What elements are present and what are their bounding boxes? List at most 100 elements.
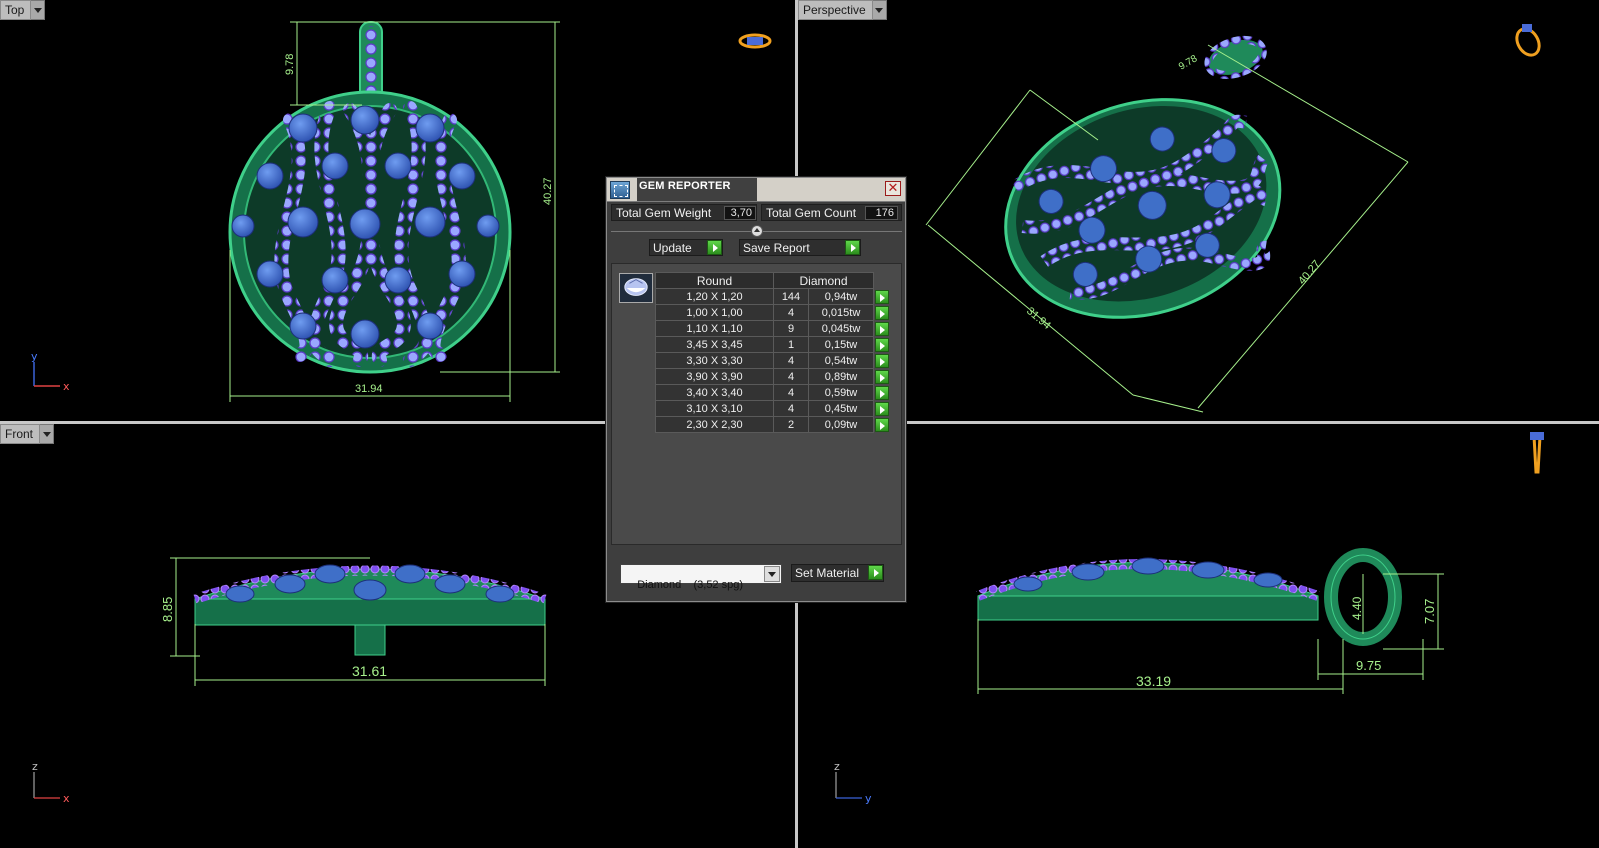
gem-weight: 0,54tw (808, 352, 874, 369)
viewport-label-perspective[interactable]: Perspective (798, 0, 887, 20)
dim-persp-height: 40.27 (1296, 258, 1323, 287)
dim-persp-bail: 9.78 (1177, 53, 1200, 72)
dim-side-bail-inner: 4.40 (1350, 596, 1364, 620)
total-gem-weight-label: Total Gem Weight (616, 206, 712, 220)
gem-count: 1 (773, 336, 809, 353)
gem-size: 3,45 X 3,45 (655, 336, 774, 353)
viewport-name: Front (0, 424, 41, 444)
dim-side-width: 33.19 (1136, 673, 1171, 689)
select-gems-arrow-icon[interactable] (875, 353, 889, 368)
gem-count: 2 (773, 416, 809, 433)
dim-top-width: 31.94 (355, 383, 383, 395)
set-material-button-label: Set Material (795, 566, 860, 580)
dim-persp-width: 31.94 (1024, 305, 1053, 332)
play-arrow-icon[interactable] (868, 565, 883, 580)
update-button-label: Update (653, 241, 692, 255)
round-gem-thumbnail-icon[interactable] (619, 273, 653, 303)
gem-size: 1,20 X 1,20 (655, 288, 774, 305)
gem-size: 1,10 X 1,10 (655, 320, 774, 337)
svg-text:y: y (865, 792, 872, 805)
gem-reporter-icon (610, 181, 630, 199)
gem-size: 3,30 X 3,30 (655, 352, 774, 369)
total-gem-count-value: 176 (865, 206, 898, 220)
select-gems-arrow-icon[interactable] (875, 401, 889, 416)
play-arrow-icon[interactable] (707, 240, 722, 255)
save-report-button[interactable]: Save Report (739, 239, 861, 256)
select-gems-arrow-icon[interactable] (875, 337, 889, 352)
select-gems-arrow-icon[interactable] (875, 369, 889, 384)
gem-weight: 0,94tw (808, 288, 874, 305)
gem-size: 3,10 X 3,10 (655, 400, 774, 417)
svg-text:z: z (32, 760, 38, 773)
select-gems-arrow-icon[interactable] (875, 289, 889, 304)
select-gems-arrow-icon[interactable] (875, 417, 889, 432)
table-row[interactable]: 3,30 X 3,30 4 0,54tw (655, 352, 890, 369)
gem-weight: 0,015tw (808, 304, 874, 321)
close-icon[interactable]: ✕ (885, 181, 901, 196)
gem-weight: 0,45tw (808, 400, 874, 417)
chevron-down-icon[interactable] (40, 424, 55, 444)
dialog-title: GEM REPORTER (637, 178, 757, 201)
table-row[interactable]: 1,20 X 1,20 144 0,94tw (655, 288, 890, 305)
gem-weight: 0,045tw (808, 320, 874, 337)
column-header-material: Diamond (773, 272, 874, 289)
gem-count: 4 (773, 384, 809, 401)
select-gems-arrow-icon[interactable] (875, 305, 889, 320)
total-gem-weight-value: 3,70 (724, 206, 756, 220)
table-row[interactable]: 1,00 X 1,00 4 0,015tw (655, 304, 890, 321)
dialog-titlebar[interactable]: GEM REPORTER ✕ (607, 178, 905, 202)
table-row[interactable]: 3,40 X 3,40 4 0,59tw (655, 384, 890, 401)
table-row[interactable]: 3,10 X 3,10 4 0,45tw (655, 400, 890, 417)
perspective-view-model: 31.94 40.27 9.78 (925, 24, 1543, 413)
view-cube-icon[interactable] (1530, 432, 1544, 474)
chevron-down-icon[interactable] (31, 0, 46, 20)
svg-text:y: y (31, 350, 38, 363)
gem-size: 3,90 X 3,90 (655, 368, 774, 385)
table-row[interactable]: 3,90 X 3,90 4 0,89tw (655, 368, 890, 385)
svg-text:z: z (834, 760, 840, 773)
gem-count: 9 (773, 320, 809, 337)
save-report-button-label: Save Report (743, 241, 810, 255)
gem-size: 3,40 X 3,40 (655, 384, 774, 401)
column-header-shape: Round (655, 272, 774, 289)
total-gem-weight: Total Gem Weight 3,70 (611, 204, 757, 221)
gem-weight: 0,15tw (808, 336, 874, 353)
viewport-name: Perspective (798, 0, 873, 20)
gem-reporter-dialog[interactable]: GEM REPORTER ✕ Total Gem Weight 3,70 Tot… (606, 177, 906, 602)
dim-top-bail: 9.78 (284, 54, 296, 75)
dim-side-bail-width: 9.75 (1356, 658, 1381, 673)
material-select-value: Diamond (3,52 spg) (637, 579, 744, 591)
axis-gizmo-side: z y (834, 760, 872, 805)
view-cube-icon[interactable] (738, 33, 772, 49)
viewport-right[interactable]: 33.19 9.75 7.07 4.40 z y (798, 424, 1599, 848)
chevron-down-icon[interactable] (872, 0, 887, 20)
select-gems-arrow-icon[interactable] (875, 321, 889, 336)
table-row[interactable]: 3,45 X 3,45 1 0,15tw (655, 336, 890, 353)
gem-count: 4 (773, 400, 809, 417)
viewport-label-top[interactable]: Top (0, 0, 46, 20)
gem-weight: 0,89tw (808, 368, 874, 385)
select-gems-arrow-icon[interactable] (875, 385, 889, 400)
table-row[interactable]: 2,30 X 2,30 2 0,09tw (655, 416, 890, 433)
svg-text:x: x (63, 380, 70, 393)
total-gem-count-label: Total Gem Count (766, 206, 857, 220)
set-material-button[interactable]: Set Material (791, 564, 884, 582)
viewport-name: Top (0, 0, 32, 20)
view-cube-icon[interactable] (1512, 24, 1543, 59)
side-view-model: 33.19 9.75 7.07 4.40 z y (834, 432, 1544, 805)
play-arrow-icon[interactable] (845, 240, 860, 255)
dim-front-height: 8.85 (160, 597, 175, 622)
update-button[interactable]: Update (649, 239, 723, 256)
viewport-label-front[interactable]: Front (0, 424, 55, 444)
collapse-toggle-icon[interactable] (751, 225, 763, 237)
chevron-down-icon[interactable] (764, 566, 780, 582)
gem-list-panel: Round Diamond 1,20 X 1,20 144 0,94tw 1,0… (611, 263, 902, 545)
axis-gizmo-front: z x (32, 760, 70, 805)
dim-top-height: 40.27 (542, 177, 554, 205)
gem-count: 4 (773, 304, 809, 321)
material-select[interactable]: Diamond (3,52 spg) (620, 564, 782, 591)
viewport-perspective[interactable]: 31.94 40.27 9.78 Perspective (798, 0, 1599, 421)
gem-size: 2,30 X 2,30 (655, 416, 774, 433)
gem-size: 1,00 X 1,00 (655, 304, 774, 321)
table-row[interactable]: 1,10 X 1,10 9 0,045tw (655, 320, 890, 337)
